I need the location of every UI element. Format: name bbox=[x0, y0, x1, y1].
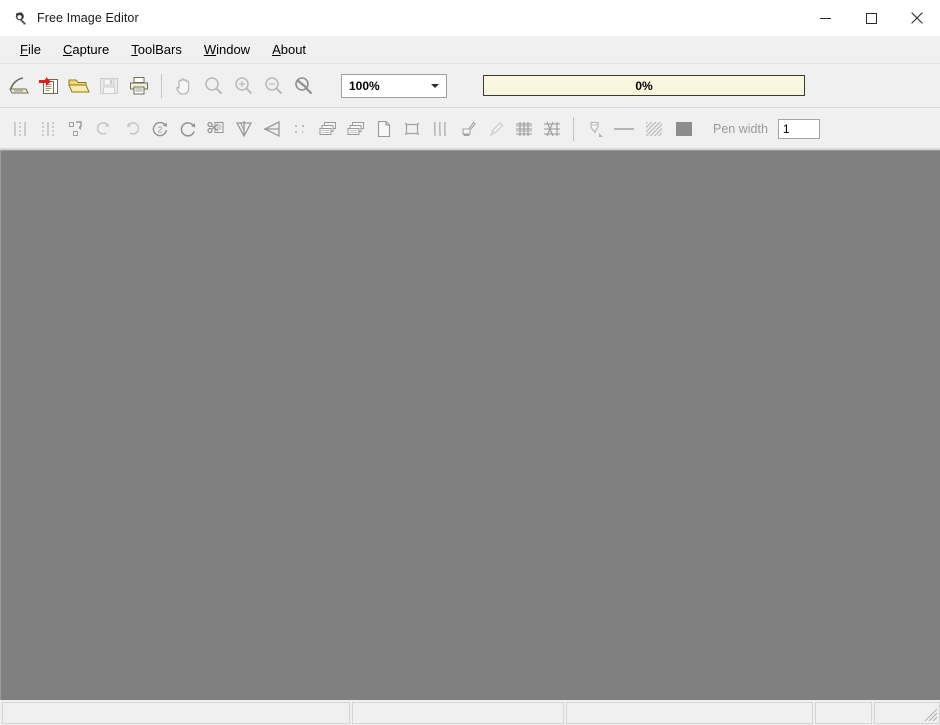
flip-vertical-icon bbox=[230, 113, 258, 145]
blank-page-icon bbox=[370, 113, 398, 145]
flip-horizontal-icon bbox=[258, 113, 286, 145]
menu-item-capture[interactable]: Capture bbox=[52, 38, 120, 61]
open-folder-icon[interactable] bbox=[64, 70, 94, 102]
edit-toolbar: 2 Pen width 1 bbox=[0, 108, 940, 150]
image-canvas[interactable] bbox=[0, 150, 940, 700]
fill-color-swatch bbox=[669, 113, 699, 145]
maximize-icon[interactable] bbox=[848, 0, 894, 36]
chevron-down-icon[interactable] bbox=[431, 83, 439, 88]
rotate-left-free-icon bbox=[90, 113, 118, 145]
save-icon bbox=[94, 70, 124, 102]
menu-item-about[interactable]: About bbox=[261, 38, 317, 61]
resize-transform-icon bbox=[62, 113, 90, 145]
layers-paste-icon bbox=[342, 113, 370, 145]
select-rect-icon bbox=[398, 113, 426, 145]
minimize-icon[interactable] bbox=[802, 0, 848, 36]
rotate-180-icon: 2 bbox=[146, 113, 174, 145]
window-title: Free Image Editor bbox=[37, 11, 139, 25]
pencil-icon bbox=[482, 113, 510, 145]
status-panel-5 bbox=[874, 702, 940, 724]
hatch-pattern-swatch bbox=[639, 113, 669, 145]
progress-bar: 0% bbox=[483, 75, 805, 96]
rotate-clockwise-icon bbox=[174, 113, 202, 145]
title-bar-left: Free Image Editor bbox=[0, 10, 139, 27]
scan-icon[interactable] bbox=[4, 70, 34, 102]
toolbar-separator-2 bbox=[573, 116, 574, 141]
line-style-icon bbox=[609, 113, 639, 145]
deskew-dotted-icon bbox=[34, 113, 62, 145]
application-window: Free Image Editor File Capture ToolBars … bbox=[0, 0, 940, 725]
rotate-right-free-icon bbox=[118, 113, 146, 145]
zoom-level-value: 100% bbox=[349, 78, 380, 93]
pan-hand-icon bbox=[169, 70, 199, 102]
title-bar: Free Image Editor bbox=[0, 0, 940, 36]
brush-strokes-icon bbox=[426, 113, 454, 145]
deskew-vertical-icon bbox=[6, 113, 34, 145]
close-icon[interactable] bbox=[894, 0, 940, 36]
magnifier-icon bbox=[199, 70, 229, 102]
acquire-clipboard-icon[interactable] bbox=[34, 70, 64, 102]
menu-item-file[interactable]: File bbox=[9, 38, 52, 61]
menu-item-toolbars[interactable]: ToolBars bbox=[120, 38, 193, 61]
noise-dots-icon bbox=[286, 113, 314, 145]
main-toolbar: 100% 0% bbox=[0, 64, 940, 108]
status-panel-3 bbox=[565, 702, 814, 724]
zoom-region-icon bbox=[289, 70, 319, 102]
status-bar bbox=[0, 700, 940, 725]
crop-scissors-icon bbox=[202, 113, 230, 145]
status-panel-1 bbox=[2, 702, 351, 724]
menu-bar: File Capture ToolBars Window About bbox=[0, 36, 940, 64]
grid-table-icon bbox=[510, 113, 538, 145]
zoom-out-icon bbox=[259, 70, 289, 102]
pen-style-icon bbox=[581, 113, 609, 145]
pen-width-input[interactable]: 1 bbox=[777, 118, 820, 139]
gear-icon bbox=[11, 10, 28, 27]
zoom-level-combobox[interactable]: 100% bbox=[341, 73, 447, 98]
progress-bar-label: 0% bbox=[635, 78, 653, 93]
layers-copy-icon bbox=[314, 113, 342, 145]
paint-brush-icon bbox=[454, 113, 482, 145]
grid-table-alt-icon bbox=[538, 113, 566, 145]
toolbar-separator bbox=[161, 73, 162, 98]
zoom-in-icon bbox=[229, 70, 259, 102]
status-panel-2 bbox=[352, 702, 564, 724]
print-icon[interactable] bbox=[124, 70, 154, 102]
pen-width-label: Pen width bbox=[713, 121, 768, 136]
window-controls bbox=[802, 0, 940, 36]
menu-item-window[interactable]: Window bbox=[193, 38, 261, 61]
status-panel-4 bbox=[815, 702, 872, 724]
svg-text:2: 2 bbox=[158, 125, 163, 134]
